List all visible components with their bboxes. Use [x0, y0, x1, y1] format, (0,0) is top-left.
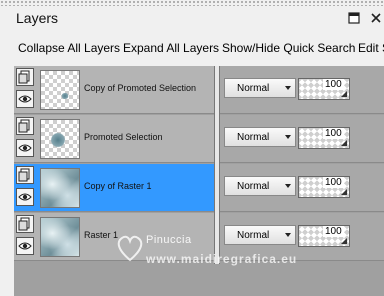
layer-group-icon[interactable]	[16, 215, 34, 233]
visibility-eye-icon[interactable]	[16, 188, 34, 206]
blend-mode-dropdown[interactable]: Normal	[224, 78, 296, 98]
layer-thumbnail	[40, 217, 80, 257]
opacity-ramp-icon	[341, 91, 347, 97]
blend-mode-dropdown[interactable]: Normal	[224, 225, 296, 245]
opacity-value: 100	[323, 128, 344, 139]
visibility-eye-icon[interactable]	[16, 90, 34, 108]
chevron-down-icon	[285, 233, 291, 237]
panel-titlebar[interactable]: Layers	[0, 6, 384, 34]
collapse-all-layers-button[interactable]: Collapse All Layers	[18, 41, 120, 55]
opacity-slider[interactable]: 100	[298, 225, 350, 247]
blend-mode-value: Normal	[237, 132, 270, 143]
chevron-down-icon	[285, 135, 291, 139]
layer-row-icons	[16, 68, 36, 112]
layer-group-icon[interactable]	[16, 117, 34, 135]
layer-properties-row: Normal 100	[220, 115, 384, 163]
layer-properties-row: Normal 100	[220, 213, 384, 261]
layer-properties-list: Normal 100 Normal 100 Normal 100 Normal	[220, 66, 384, 264]
blend-mode-value: Normal	[237, 230, 270, 241]
layer-row-selected[interactable]: Copy of Raster 1	[14, 164, 214, 212]
opacity-ramp-icon	[341, 238, 347, 244]
visibility-eye-icon[interactable]	[16, 237, 34, 255]
opacity-value: 100	[323, 177, 344, 188]
blend-mode-value: Normal	[237, 83, 270, 94]
visibility-eye-icon[interactable]	[16, 139, 34, 157]
opacity-ramp-icon	[341, 189, 347, 195]
opacity-slider[interactable]: 100	[298, 176, 350, 198]
layer-name[interactable]: Copy of Promoted Selection	[84, 83, 196, 93]
layer-properties-row: Normal 100	[220, 66, 384, 114]
chevron-down-icon	[285, 86, 291, 90]
layer-row[interactable]: Promoted Selection	[14, 115, 214, 163]
layers-list: Copy of Promoted Selection Promoted Sele…	[14, 66, 214, 264]
layers-toolbar: Collapse All Layers Expand All Layers Sh…	[0, 36, 384, 60]
layer-name[interactable]: Copy of Raster 1	[84, 181, 152, 191]
layer-thumbnail	[40, 119, 80, 159]
blend-mode-dropdown[interactable]: Normal	[224, 176, 296, 196]
layer-row[interactable]: Copy of Promoted Selection	[14, 66, 214, 114]
edit-selection-button[interactable]: Edit S	[358, 41, 384, 55]
panel-title: Layers	[16, 10, 59, 26]
layer-row-icons	[16, 117, 36, 161]
layer-name[interactable]: Promoted Selection	[84, 132, 163, 142]
opacity-value: 100	[323, 79, 344, 90]
layer-name[interactable]: Raster 1	[84, 230, 118, 240]
layer-row-icons	[16, 166, 36, 210]
layer-row[interactable]: Raster 1	[14, 213, 214, 261]
expand-all-layers-button[interactable]: Expand All Layers	[123, 41, 219, 55]
show-hide-quick-search-button[interactable]: Show/Hide Quick Search	[222, 41, 355, 55]
layer-thumbnail	[40, 168, 80, 208]
layer-row-icons	[16, 215, 36, 259]
opacity-slider[interactable]: 100	[298, 78, 350, 100]
chevron-down-icon	[285, 184, 291, 188]
layer-thumbnail	[40, 70, 80, 110]
panel-menu-icon[interactable]	[346, 10, 362, 26]
blend-mode-value: Normal	[237, 181, 270, 192]
layer-group-icon[interactable]	[16, 166, 34, 184]
opacity-value: 100	[323, 226, 344, 237]
layer-properties-row: Normal 100	[220, 164, 384, 212]
opacity-ramp-icon	[341, 140, 347, 146]
opacity-slider[interactable]: 100	[298, 127, 350, 149]
layer-group-icon[interactable]	[16, 68, 34, 86]
close-icon[interactable]	[368, 10, 384, 26]
blend-mode-dropdown[interactable]: Normal	[224, 127, 296, 147]
